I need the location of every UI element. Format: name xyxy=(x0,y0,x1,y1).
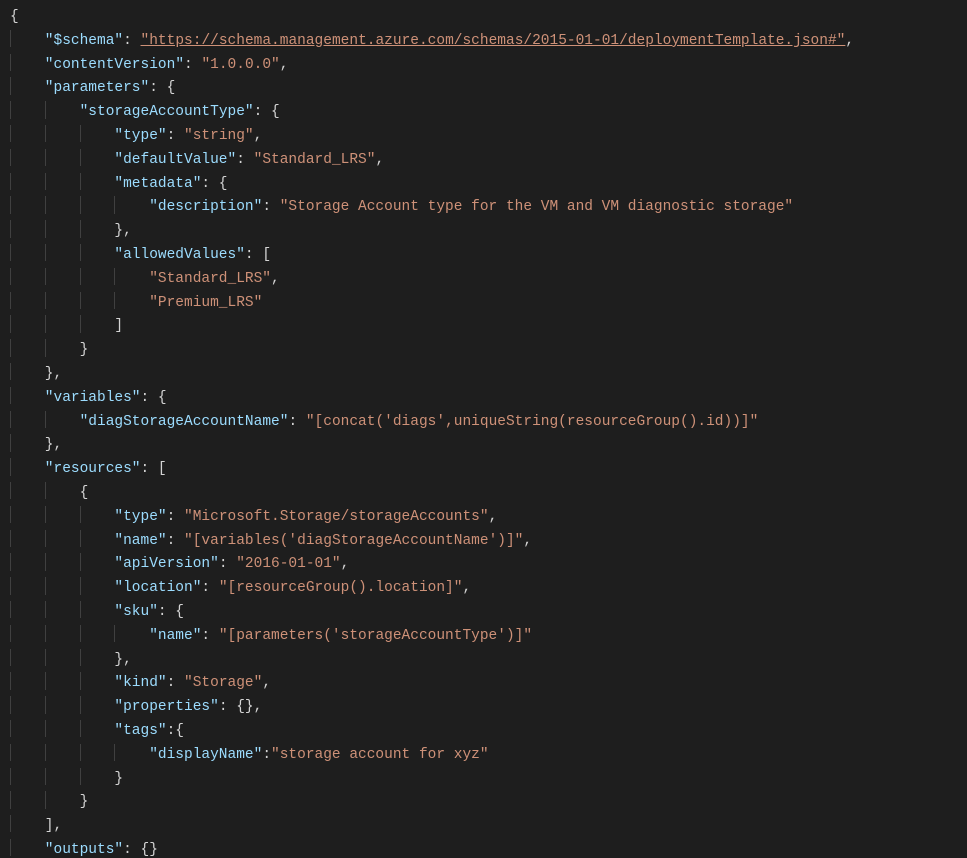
code-line[interactable]: "name": "[parameters('storageAccountType… xyxy=(10,625,967,649)
code-line[interactable]: } xyxy=(10,791,967,815)
code-line[interactable]: "$schema": "https://schema.management.az… xyxy=(10,30,967,54)
json-editor[interactable]: {"$schema": "https://schema.management.a… xyxy=(0,0,967,858)
code-line[interactable]: "type": "string", xyxy=(10,125,967,149)
code-line[interactable]: } xyxy=(10,768,967,792)
code-line[interactable]: }, xyxy=(10,363,967,387)
code-line[interactable]: "properties": {}, xyxy=(10,696,967,720)
code-line[interactable]: "Premium_LRS" xyxy=(10,292,967,316)
code-line[interactable]: "allowedValues": [ xyxy=(10,244,967,268)
code-line[interactable]: "contentVersion": "1.0.0.0", xyxy=(10,54,967,78)
code-line[interactable]: { xyxy=(10,482,967,506)
code-line[interactable]: "outputs": {} xyxy=(10,839,967,858)
code-line[interactable]: ], xyxy=(10,815,967,839)
code-line[interactable]: "variables": { xyxy=(10,387,967,411)
code-line[interactable]: "name": "[variables('diagStorageAccountN… xyxy=(10,530,967,554)
code-line[interactable]: "resources": [ xyxy=(10,458,967,482)
code-line[interactable]: }, xyxy=(10,649,967,673)
code-line[interactable]: "sku": { xyxy=(10,601,967,625)
code-line[interactable]: "Standard_LRS", xyxy=(10,268,967,292)
code-line[interactable]: "defaultValue": "Standard_LRS", xyxy=(10,149,967,173)
code-line[interactable]: "tags":{ xyxy=(10,720,967,744)
code-line[interactable]: "location": "[resourceGroup().location]"… xyxy=(10,577,967,601)
code-line[interactable]: "type": "Microsoft.Storage/storageAccoun… xyxy=(10,506,967,530)
code-line[interactable]: ] xyxy=(10,315,967,339)
schema-url[interactable]: "https://schema.management.azure.com/sch… xyxy=(141,33,846,49)
code-line[interactable]: }, xyxy=(10,434,967,458)
code-line[interactable]: } xyxy=(10,339,967,363)
code-line[interactable]: "parameters": { xyxy=(10,77,967,101)
code-line[interactable]: "diagStorageAccountName": "[concat('diag… xyxy=(10,411,967,435)
code-line[interactable]: { xyxy=(10,6,967,30)
code-line[interactable]: "storageAccountType": { xyxy=(10,101,967,125)
code-line[interactable]: "kind": "Storage", xyxy=(10,672,967,696)
code-line[interactable]: }, xyxy=(10,220,967,244)
code-line[interactable]: "apiVersion": "2016-01-01", xyxy=(10,553,967,577)
code-line[interactable]: "displayName":"storage account for xyz" xyxy=(10,744,967,768)
code-line[interactable]: "description": "Storage Account type for… xyxy=(10,196,967,220)
code-line[interactable]: "metadata": { xyxy=(10,173,967,197)
